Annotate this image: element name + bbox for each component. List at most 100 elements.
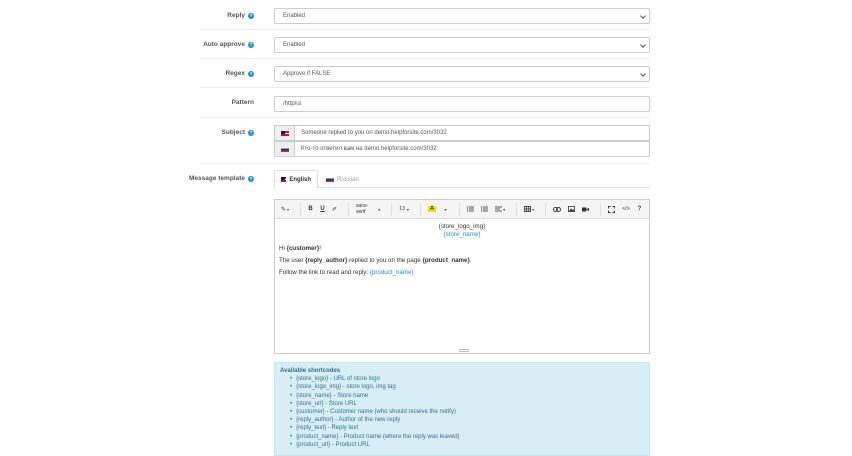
help-icon[interactable]: ? [248, 13, 254, 19]
divider [391, 202, 393, 216]
divider [200, 58, 650, 59]
flag-en-icon [280, 130, 289, 136]
hi-prefix: Hi [279, 245, 287, 252]
divider [419, 202, 421, 216]
chevron-down-icon[interactable]: ▾ [440, 203, 451, 216]
user-prefix: The user [279, 257, 306, 264]
list-item: {customer} - Customer name (who should r… [296, 408, 644, 416]
font-size-dropdown[interactable]: 13 ▾ [396, 203, 412, 216]
help-icon[interactable]: ? [248, 130, 254, 136]
ordered-list-icon[interactable] [478, 203, 491, 216]
bold-button[interactable]: B [305, 203, 316, 216]
product-name-link[interactable]: {product_name} [370, 269, 414, 276]
chevron-down-icon [640, 71, 646, 77]
subject-label-text: Subject [221, 129, 245, 136]
reply-author-shortcode: {reply_author} [305, 257, 348, 264]
reply-label: Reply? [227, 12, 254, 19]
auto-approve-select[interactable]: Enabled [274, 37, 650, 53]
divider [348, 202, 349, 216]
subject-ru-value: Кто-то ответил вам на demo.helpforsite.c… [301, 146, 437, 152]
divider [459, 202, 461, 216]
eraser-glyph: ✐ [332, 206, 338, 213]
text-color-button[interactable]: A [425, 203, 439, 216]
help-button[interactable]: ? [634, 203, 645, 216]
regex-label-text: Regex [225, 70, 245, 77]
editor-content[interactable]: {store_logo_img} {store_name} Hi {custom… [275, 219, 649, 283]
help-icon[interactable]: ? [248, 42, 254, 48]
font-family-dropdown[interactable]: sans-serif ▾ [353, 203, 383, 216]
auto-approve-label-text: Auto approve [203, 41, 245, 48]
list-item: {store_logo_img} - store logo, img tag [296, 383, 644, 391]
reply-label-text: Reply [227, 12, 245, 19]
regex-select-value: Approve if FALSE [283, 71, 331, 77]
paragraph-align-icon[interactable]: ▾ [492, 203, 508, 216]
editor-toolbar: ✎ ▾ B U ✐ sans-serif ▾ 13 ▾ A ▾ ▾ ▾ </> … [275, 200, 649, 219]
help-icon[interactable]: ? [248, 176, 254, 182]
pattern-label-text: Pattern [231, 99, 254, 106]
user-middle: replied to you on the page [347, 257, 423, 264]
video-icon[interactable] [579, 203, 592, 216]
language-tabs: English Russian [274, 170, 650, 189]
list-item: {reply_text} - Reply text [296, 424, 644, 432]
divider [200, 117, 650, 118]
tab-english-label: English [289, 176, 311, 183]
user-suffix: . [469, 257, 472, 264]
fullscreen-icon[interactable] [605, 203, 618, 216]
customer-shortcode: {customer} [286, 245, 320, 252]
reply-select[interactable]: Enabled [274, 8, 650, 24]
chevron-down-icon [640, 13, 646, 19]
flag-ru-icon [280, 146, 289, 152]
unordered-list-icon[interactable] [464, 203, 477, 216]
help-glyph: ? [637, 206, 642, 212]
code-view-icon[interactable]: </> [619, 203, 633, 216]
flag-ru-addon [275, 142, 295, 156]
pattern-input[interactable]: /http/ui [274, 96, 650, 112]
subject-input-ru[interactable]: Кто-то ответил вам на demo.helpforsite.c… [274, 141, 650, 157]
reply-select-value: Enabled [283, 13, 306, 19]
table-icon[interactable]: ▾ [521, 203, 537, 216]
auto-approve-select-value: Enabled [283, 42, 306, 48]
divider [200, 87, 650, 88]
subject-en-value: Someone replied to you on demo.helpforsi… [301, 130, 447, 136]
divider [200, 29, 650, 30]
font-family-value: sans-serif [355, 203, 369, 215]
resize-handle[interactable] [459, 349, 469, 352]
magic-wand-icon[interactable]: ✎ ▾ [278, 203, 292, 216]
image-icon[interactable] [565, 203, 578, 216]
flag-en-icon [281, 177, 287, 182]
divider [300, 202, 301, 216]
list-item: {store_name} - Store name [296, 392, 644, 400]
pattern-input-value: /http/ui [283, 101, 302, 107]
message-template-label: Message template? [189, 175, 254, 182]
font-size-value: 13 [399, 206, 405, 212]
store-name-link[interactable]: {store_name} [279, 231, 645, 239]
underline-button[interactable]: U [317, 203, 328, 216]
tab-english[interactable]: English [274, 170, 318, 189]
follow-text: Follow the link to read and reply: [279, 269, 370, 276]
link-icon[interactable] [550, 203, 564, 216]
regex-select[interactable]: Approve if FALSE [274, 66, 650, 82]
help-icon[interactable]: ? [248, 71, 254, 77]
subject-label: Subject? [222, 129, 254, 136]
regex-label: Regex? [225, 70, 254, 77]
shortcuts-title: Available shortcodes [280, 368, 341, 374]
eraser-icon[interactable]: ✐ [329, 203, 340, 216]
divider [516, 202, 518, 216]
chevron-down-icon [640, 42, 646, 48]
tab-russian[interactable]: Russian [320, 170, 365, 189]
bold-glyph: B [308, 206, 313, 212]
underline-glyph: U [320, 206, 325, 212]
auto-approve-label: Auto approve? [203, 41, 254, 48]
divider [200, 163, 650, 164]
subject-input-en[interactable]: Someone replied to you on demo.helpforsi… [274, 125, 650, 141]
user-reply-line: The user {reply_author} replied to you o… [279, 255, 645, 267]
store-logo-img-text: {store_logo_img} [438, 223, 486, 230]
logo-placeholder: {store_logo_img} {store_name} [279, 223, 645, 239]
shortcuts-info-box: Available shortcodes {store_logo} - URL … [274, 362, 650, 456]
text-color-glyph: A [427, 206, 437, 212]
follow-line: Follow the link to read and reply: {prod… [279, 267, 645, 279]
divider [545, 202, 547, 216]
flag-en-addon [275, 126, 295, 140]
divider [600, 202, 602, 216]
product-name-shortcode: {product_name} [422, 257, 470, 264]
